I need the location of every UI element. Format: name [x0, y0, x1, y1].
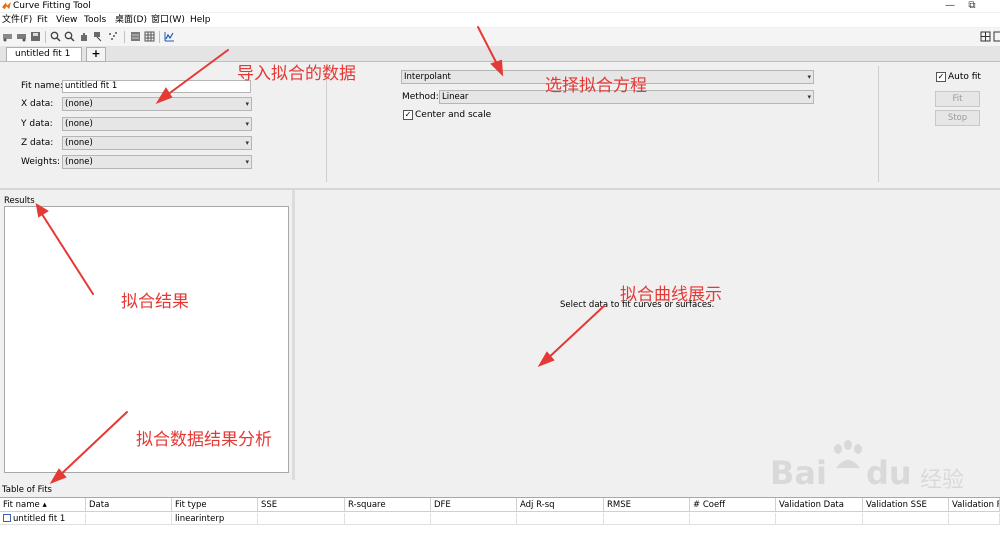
arrowhead-import-data — [155, 87, 173, 104]
baidu-wordmark: Bai — [770, 454, 827, 492]
arrowhead-choose-equation — [490, 59, 504, 77]
arrow-curve-display — [544, 305, 605, 362]
annotation-result-analysis: 拟合数据结果分析 — [136, 430, 272, 450]
annotation-import-data: 导入拟合的数据 — [237, 64, 356, 84]
baidu-watermark: Bai du 经验 — [770, 440, 1000, 500]
arrow-fit-result — [39, 210, 94, 295]
arrow-result-analysis — [56, 411, 128, 479]
annotation-fit-result: 拟合结果 — [121, 292, 189, 312]
baidu-paw-logo — [834, 440, 862, 468]
annotation-choose-equation: 选择拟合方程 — [545, 76, 647, 96]
baidu-jingyan-text: 经验 — [920, 468, 965, 493]
annotation-curve-display: 拟合曲线展示 — [620, 285, 722, 305]
baidu-wordmark-tail: du — [866, 454, 912, 492]
arrowhead-fit-result — [35, 203, 49, 218]
arrow-import-data — [162, 49, 229, 99]
